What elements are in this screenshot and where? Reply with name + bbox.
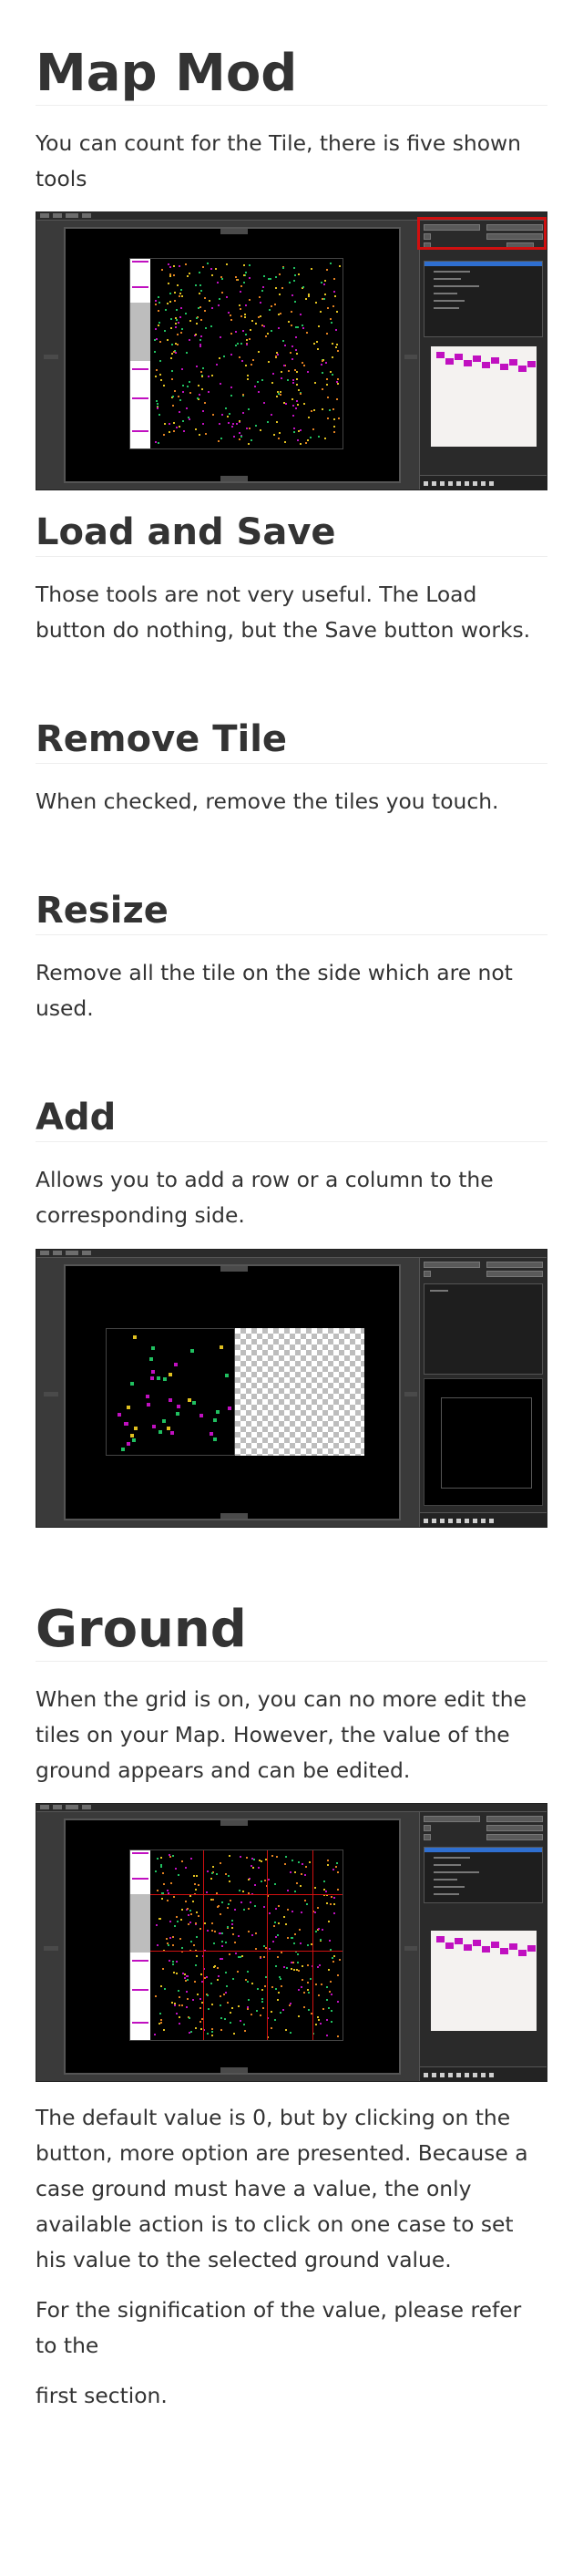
page-title: Map Mod — [36, 43, 547, 106]
article: Map Mod You can count for the Tile, ther… — [0, 43, 583, 2414]
map-mod-screenshot — [36, 211, 547, 490]
heading-add: Add — [36, 1094, 547, 1142]
tools-panel — [419, 221, 547, 489]
tile-grid-add — [106, 1328, 235, 1456]
ground-paragraph: When the grid is on, you can no more edi… — [36, 1686, 527, 1783]
map-canvas-add — [64, 1264, 401, 1520]
tile-preview-ground — [431, 1931, 537, 2031]
tools-panel-add — [419, 1258, 547, 1527]
remove-tile-paragraph: When checked, remove the tiles you touch… — [36, 788, 499, 814]
tile-preview — [431, 346, 537, 447]
intro-paragraph: You can count for the Tile, there is fiv… — [36, 130, 521, 191]
map-canvas — [64, 227, 401, 483]
add-screenshot — [36, 1249, 547, 1528]
heading-remove-tile: Remove Tile — [36, 716, 547, 764]
load-save-paragraph: Those tools are not very useful. The Loa… — [36, 582, 531, 643]
first-section-link[interactable]: first section. — [36, 2378, 547, 2414]
add-paragraph: Allows you to add a row or a column to t… — [36, 1167, 494, 1228]
tools-panel-ground — [419, 1812, 547, 2081]
ground-screenshot — [36, 1803, 547, 2082]
heading-ground: Ground — [36, 1599, 547, 1662]
map-canvas-ground — [64, 1819, 401, 2075]
tile-grid-ground — [129, 1850, 343, 2041]
checker-area — [235, 1328, 364, 1456]
ground-default-paragraph: The default value is 0, but by clicking … — [36, 2105, 528, 2272]
ground-signification-paragraph: For the signification of the value, plea… — [36, 2297, 522, 2358]
tool-icons-bar — [420, 475, 547, 489]
resize-paragraph: Remove all the tile on the side which ar… — [36, 960, 513, 1021]
heading-resize: Resize — [36, 887, 547, 935]
tile-grid — [129, 258, 343, 449]
heading-load-save: Load and Save — [36, 509, 547, 557]
highlight-box — [417, 217, 547, 250]
